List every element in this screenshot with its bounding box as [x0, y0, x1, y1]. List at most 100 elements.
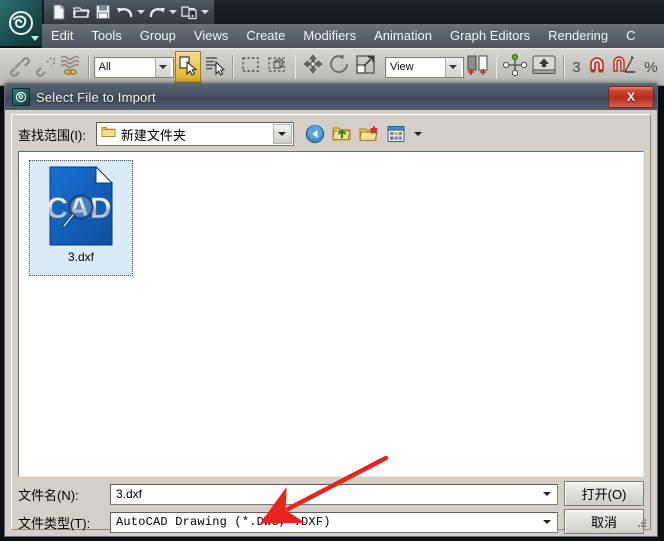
- file-type-label: 文件类型(T):: [18, 513, 110, 532]
- unlink-icon: [32, 53, 56, 82]
- cancel-button[interactable]: 取消: [564, 509, 644, 534]
- file-type-value: AutoCAD Drawing (*.DWG,*.DXF): [116, 515, 331, 529]
- selection-filter-combo[interactable]: All: [94, 57, 174, 78]
- selection-filter-value: All: [99, 61, 111, 73]
- look-in-label: 查找范围(I):: [18, 125, 86, 144]
- mirror-button[interactable]: [465, 52, 491, 82]
- select-and-scale-button[interactable]: [354, 52, 378, 82]
- qat-overflow[interactable]: [200, 1, 210, 23]
- scale-icon: [354, 53, 378, 82]
- close-icon[interactable]: X: [608, 86, 654, 108]
- views-button[interactable]: [385, 123, 407, 145]
- quick-access-toolbar: [44, 0, 215, 25]
- menu-item-animation[interactable]: Animation: [365, 24, 441, 48]
- file-type-row: 文件类型(T): AutoCAD Drawing (*.DWG,*.DXF): [18, 511, 644, 533]
- percent-snap-icon: %: [644, 59, 657, 76]
- menu-item-edit[interactable]: Edit: [42, 24, 82, 48]
- cad-file-icon: CAD: [49, 166, 113, 246]
- file-name-label: 文件名(N):: [18, 485, 110, 504]
- folder-icon: [101, 125, 116, 143]
- select-by-name-icon: [204, 54, 226, 81]
- menu-item-group[interactable]: Group: [131, 24, 185, 48]
- screenshot-root: Edit Tools Group Views Create Modifiers …: [0, 0, 664, 541]
- menu-item-tools[interactable]: Tools: [82, 24, 130, 48]
- toolbar-separator: [496, 55, 498, 79]
- max-logo-icon: [12, 88, 30, 106]
- reference-coordinate-system-combo[interactable]: View: [385, 57, 464, 78]
- menu-item-views[interactable]: Views: [185, 24, 237, 48]
- look-in-combo[interactable]: 新建文件夹: [96, 122, 294, 146]
- look-in-value: 新建文件夹: [121, 125, 186, 144]
- magnet-icon: [587, 55, 607, 80]
- select-and-rotate-button[interactable]: [328, 52, 352, 82]
- toolbar-separator: [232, 55, 234, 79]
- select-and-move-button[interactable]: [301, 52, 325, 82]
- resize-grip[interactable]: [636, 516, 648, 528]
- rectangular-selection-region-button[interactable]: [239, 52, 263, 82]
- main-toolbar: All: [0, 48, 664, 86]
- dialog-inner-frame: 查找范围(I): 新建文件夹: [11, 114, 651, 530]
- redo-button[interactable]: [146, 1, 168, 23]
- toolbar-separator: [88, 55, 90, 79]
- space-warp-icon: [59, 53, 83, 82]
- chevron-down-icon[interactable]: [273, 124, 292, 144]
- layer-manager-button[interactable]: [530, 52, 558, 82]
- reference-coordinate-system-value: View: [390, 61, 414, 73]
- list-item[interactable]: CAD 3.dxf: [29, 160, 133, 276]
- window-crossing-icon: [266, 54, 288, 81]
- select-object-button[interactable]: [175, 51, 201, 83]
- toolbar-separator: [563, 55, 565, 79]
- file-name-value: 3.dxf: [116, 487, 142, 501]
- chevron-down-icon[interactable]: [539, 486, 555, 503]
- menu-bar: Edit Tools Group Views Create Modifiers …: [42, 24, 664, 49]
- new-file-button[interactable]: [48, 1, 70, 23]
- layer-up-icon: [530, 53, 558, 82]
- menu-item-rendering[interactable]: Rendering: [539, 24, 617, 48]
- file-name-row: 文件名(N): 3.dxf: [18, 483, 644, 505]
- open-button[interactable]: 打开(O): [564, 481, 644, 506]
- create-new-folder-button[interactable]: [358, 123, 380, 145]
- select-and-link-button[interactable]: [6, 52, 30, 82]
- app-logo-caret-icon[interactable]: [31, 36, 39, 41]
- select-file-to-import-dialog: Select File to Import X 查找范围(I):: [4, 83, 658, 537]
- chevron-down-icon[interactable]: [445, 58, 461, 77]
- file-list[interactable]: CAD 3.dxf: [18, 151, 644, 477]
- menu-item-modifiers[interactable]: Modifiers: [294, 24, 365, 48]
- percent-snap-toggle-button[interactable]: %: [639, 52, 663, 82]
- open-file-button[interactable]: [70, 1, 92, 23]
- mirror-icon: [465, 53, 491, 82]
- dialog-body: 查找范围(I): 新建文件夹: [5, 110, 657, 536]
- file-type-select[interactable]: AutoCAD Drawing (*.DWG,*.DXF): [110, 512, 558, 533]
- rotate-icon: [328, 53, 352, 82]
- dialog-title-bar[interactable]: Select File to Import X: [5, 84, 657, 111]
- dialog-nav-buttons: [304, 123, 424, 145]
- undo-dropdown[interactable]: [136, 1, 146, 23]
- app-logo-button[interactable]: [0, 0, 43, 46]
- bind-to-space-warp-button[interactable]: [59, 52, 83, 82]
- views-dropdown[interactable]: [412, 123, 424, 145]
- select-by-name-button[interactable]: [203, 52, 227, 82]
- undo-button[interactable]: [114, 1, 136, 23]
- select-arrow-icon: [177, 54, 199, 81]
- menu-item-create[interactable]: Create: [237, 24, 294, 48]
- look-in-row: 查找范围(I): 新建文件夹: [18, 121, 644, 147]
- up-one-level-button[interactable]: [331, 123, 353, 145]
- angle-snap-toggle-button[interactable]: [611, 52, 637, 82]
- align-button[interactable]: [502, 52, 528, 82]
- back-button[interactable]: [304, 123, 326, 145]
- redo-dropdown[interactable]: [168, 1, 178, 23]
- unlink-selection-button[interactable]: [32, 52, 56, 82]
- menu-item-customize[interactable]: C: [617, 24, 644, 48]
- snaps-toggle-button[interactable]: [585, 52, 609, 82]
- chevron-down-icon[interactable]: [155, 58, 171, 77]
- file-name-input[interactable]: 3.dxf: [110, 484, 558, 505]
- window-crossing-button[interactable]: [265, 52, 289, 82]
- chevron-down-icon[interactable]: [539, 514, 555, 531]
- angle-snap-icon: [611, 54, 637, 81]
- move-arrows-icon: [301, 53, 325, 82]
- rectangle-marquee-icon: [240, 54, 262, 81]
- menu-item-graph-editors[interactable]: Graph Editors: [441, 24, 539, 48]
- save-file-button[interactable]: [92, 1, 114, 23]
- align-icon: [502, 53, 528, 82]
- project-folder-button[interactable]: [178, 1, 200, 23]
